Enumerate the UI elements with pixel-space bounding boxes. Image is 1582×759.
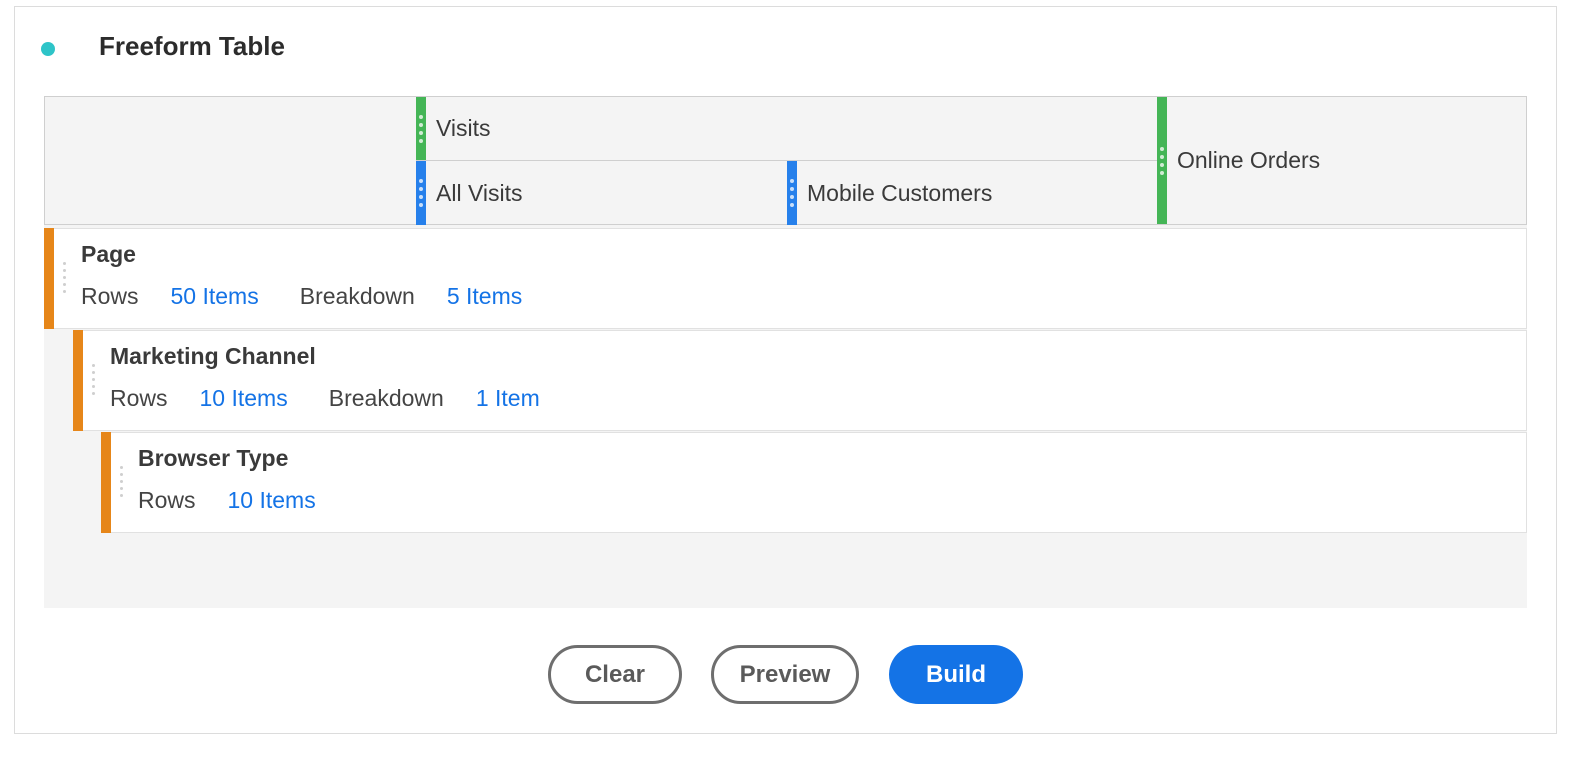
drag-handle-icon[interactable] (416, 161, 426, 225)
dimension-title: Marketing Channel (110, 343, 316, 369)
column-segment-all-visits[interactable]: All Visits (416, 161, 787, 225)
rows-label: Rows (138, 487, 196, 513)
drag-handle-icon[interactable] (787, 161, 797, 225)
column-drop-zone[interactable]: Visits All Visits Mobile Customers Onlin… (44, 96, 1527, 225)
dimension-title: Page (81, 241, 136, 267)
breakdown-count-link[interactable]: 1 Item (476, 385, 540, 412)
dimension-color-bar (101, 432, 111, 533)
panel-title: Freeform Table (99, 31, 285, 61)
clear-button[interactable]: Clear (548, 645, 682, 704)
drag-handle-icon[interactable] (120, 466, 123, 497)
drag-handle-icon[interactable] (1157, 97, 1167, 224)
column-label: Mobile Customers (807, 179, 993, 206)
rows-count-link[interactable]: 50 Items (171, 283, 259, 310)
rows-label: Rows (81, 283, 139, 309)
breakdown-label: Breakdown (299, 283, 415, 309)
drag-handle-icon[interactable] (63, 262, 66, 293)
dimension-color-bar (73, 330, 83, 431)
freeform-table-builder-panel: Freeform Table Visits All Visits Mobile … (14, 6, 1557, 734)
dimension-color-bar (44, 228, 54, 329)
rows-label: Rows (110, 385, 168, 411)
preview-button[interactable]: Preview (711, 645, 859, 704)
column-metric-visits[interactable]: Visits (416, 97, 1158, 160)
row-dimension-page[interactable]: Page Rows 50 Items Breakdown 5 Items (44, 228, 1527, 329)
status-dot-icon (41, 42, 55, 56)
row-dimension-browser-type[interactable]: Browser Type Rows 10 Items (101, 432, 1527, 533)
rows-count-link[interactable]: 10 Items (228, 487, 316, 514)
drag-handle-icon[interactable] (92, 364, 95, 395)
rows-count-link[interactable]: 10 Items (200, 385, 288, 412)
drag-handle-icon[interactable] (416, 97, 426, 160)
column-label: Online Orders (1177, 147, 1321, 173)
column-segment-mobile-customers[interactable]: Mobile Customers (787, 161, 1158, 225)
breakdown-label: Breakdown (328, 385, 444, 411)
build-button[interactable]: Build (889, 645, 1023, 704)
column-label: Visits (436, 115, 491, 141)
column-metric-online-orders[interactable]: Online Orders (1157, 97, 1526, 224)
breakdown-count-link[interactable]: 5 Items (447, 283, 522, 310)
row-dimension-marketing-channel[interactable]: Marketing Channel Rows 10 Items Breakdow… (73, 330, 1527, 431)
table-builder-canvas[interactable]: Visits All Visits Mobile Customers Onlin… (44, 96, 1527, 608)
dimension-title: Browser Type (138, 445, 289, 471)
column-label: All Visits (436, 179, 523, 206)
